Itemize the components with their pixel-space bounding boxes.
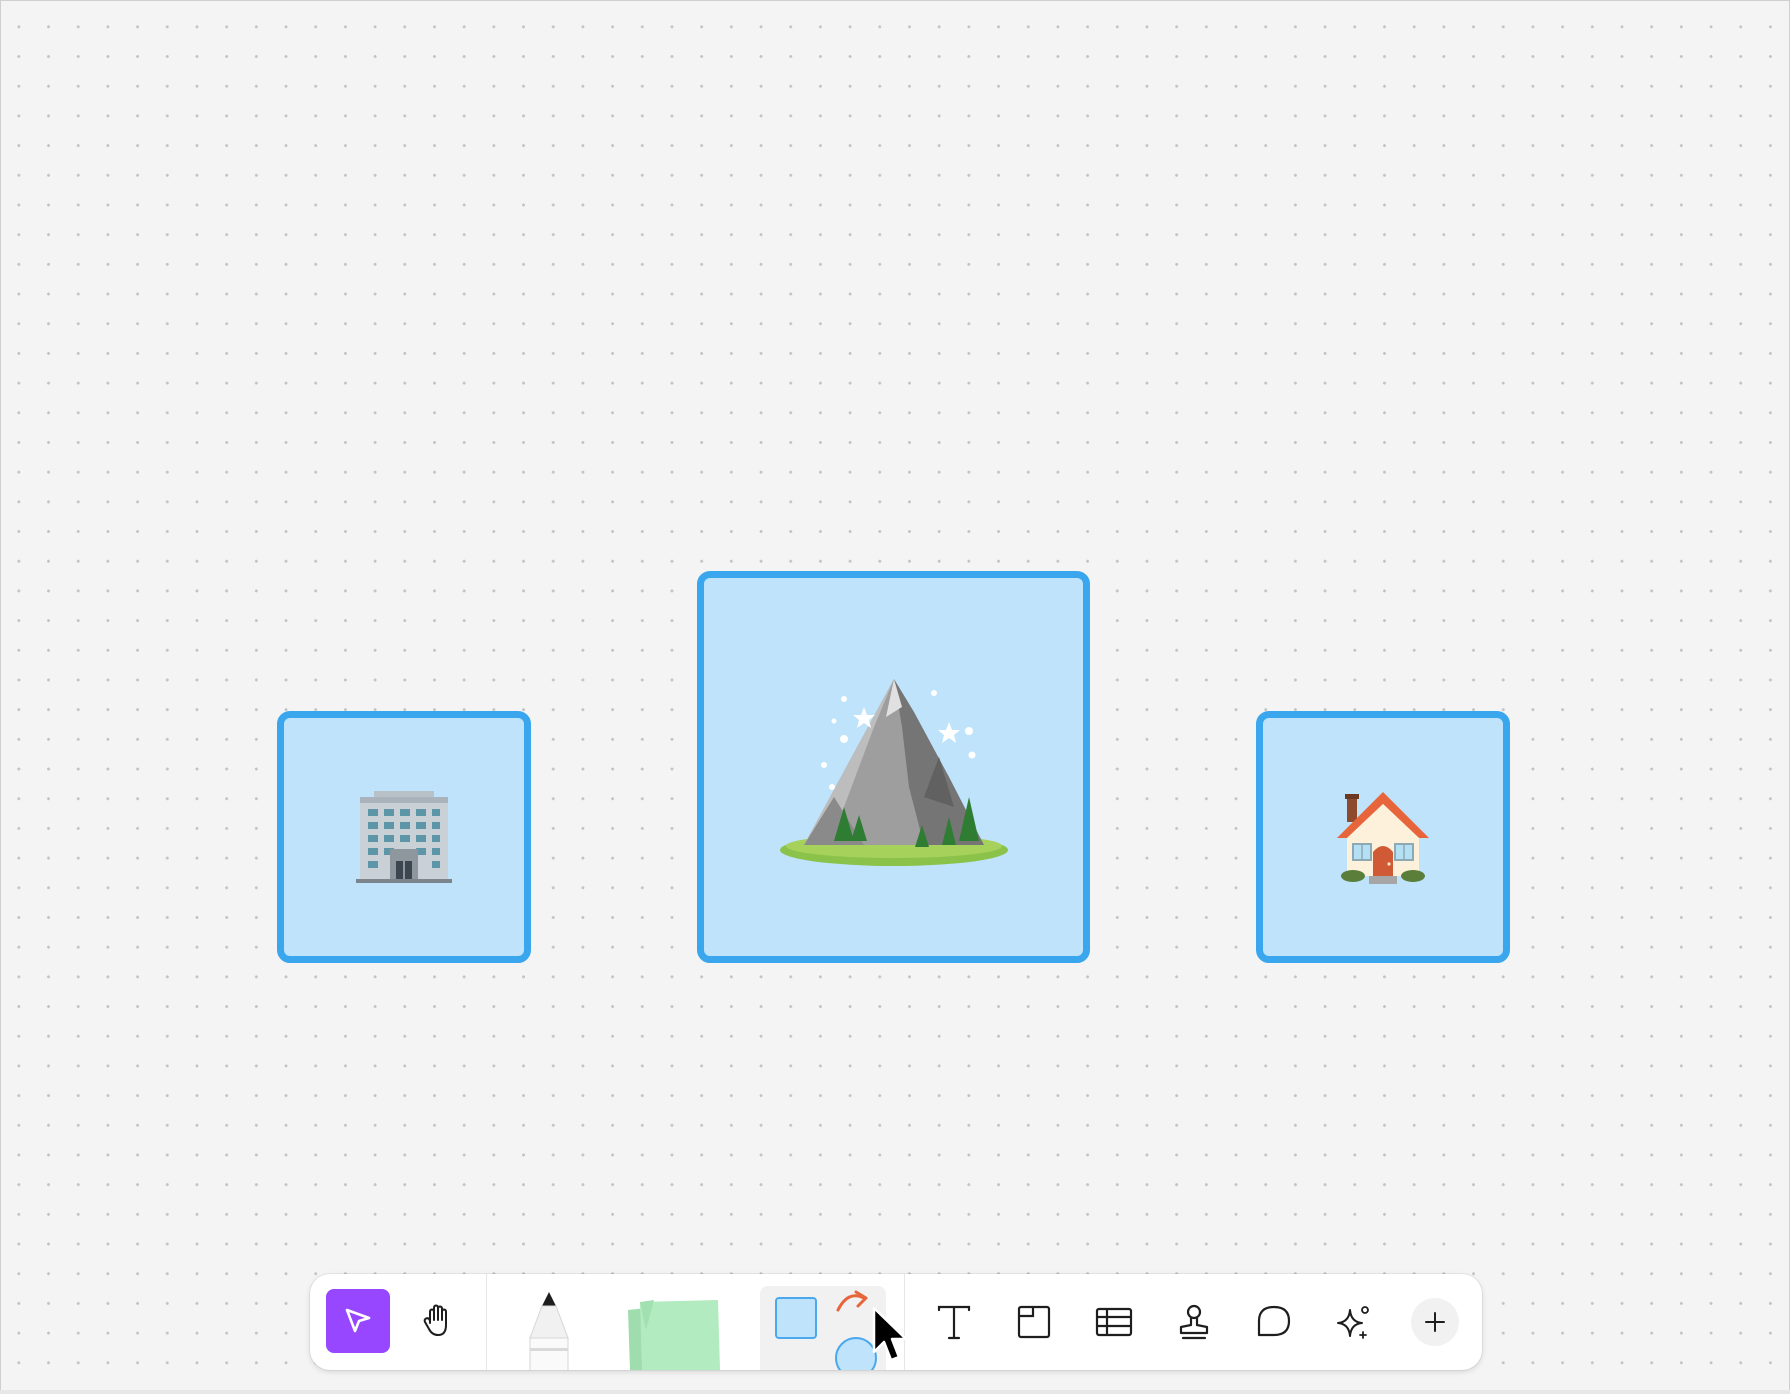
pen-tool-button[interactable] [522,1292,576,1370]
mouse-pointer-icon [872,1306,908,1362]
comment-tool-button[interactable] [1248,1296,1300,1348]
shapes-tool-button[interactable] [760,1286,886,1370]
building-card[interactable] [277,711,531,963]
plus-icon [1425,1312,1445,1332]
text-tool-button[interactable] [928,1296,980,1348]
stamp-tool-button[interactable] [1168,1296,1220,1348]
select-tool-button[interactable] [326,1289,390,1353]
house-icon [1337,792,1429,884]
snow-capped-mountain-icon [779,679,1008,866]
hand-tool-button[interactable] [406,1289,470,1353]
comment-icon [1257,1305,1291,1337]
stamp-icon [1179,1304,1209,1340]
text-icon [937,1305,971,1340]
bottom-edge [0,1390,1790,1394]
sticky-note-icon [628,1300,720,1370]
table-tool-button[interactable] [1088,1296,1140,1348]
table-icon [1095,1307,1133,1337]
marker-pen-icon [529,1292,569,1370]
house-card[interactable] [1256,711,1510,963]
shapes-icon [775,1290,877,1370]
mountain-card[interactable] [697,571,1090,963]
toolbar-divider [486,1274,487,1370]
office-building-icon [356,791,452,883]
hand-icon [423,1304,447,1336]
more-tools-button[interactable] [1411,1298,1459,1346]
sparkle-icon [1337,1306,1369,1339]
move-arrow-icon [345,1308,371,1333]
section-icon [1017,1305,1051,1339]
section-tool-button[interactable] [1008,1296,1060,1348]
ai-tool-button[interactable] [1328,1296,1380,1348]
sticky-note-tool-button[interactable] [620,1290,730,1370]
